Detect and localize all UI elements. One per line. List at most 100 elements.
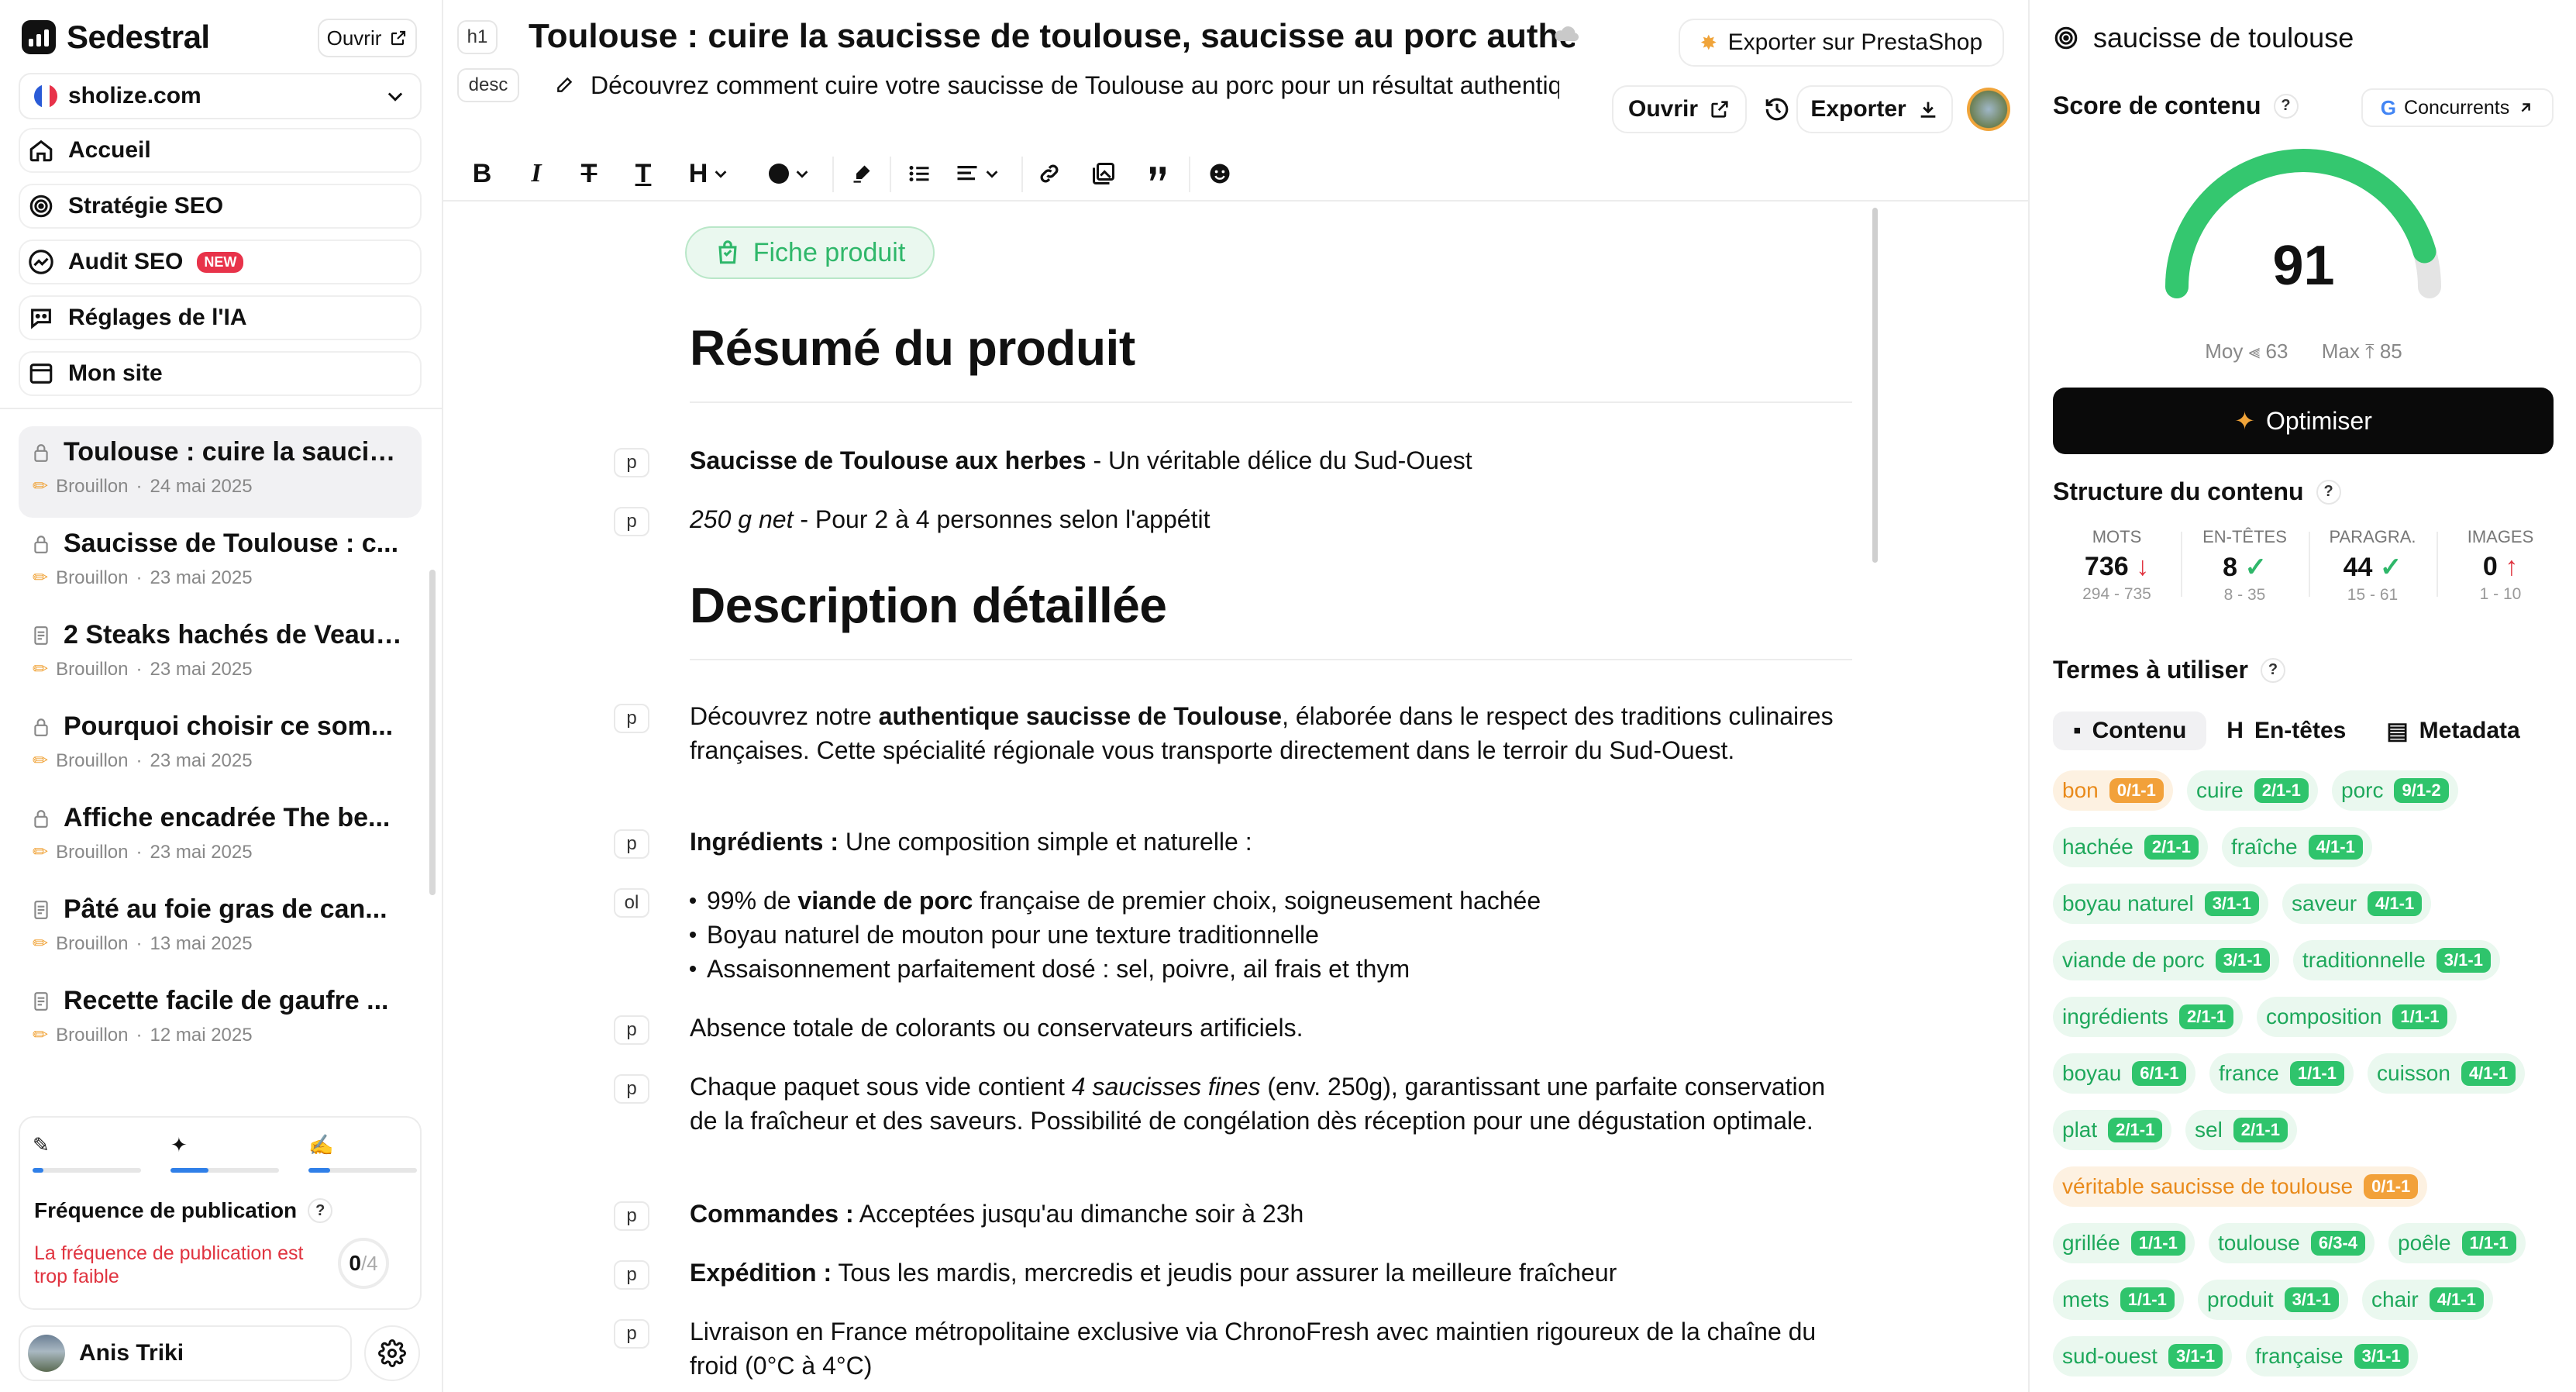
- stat-value: 8: [2223, 553, 2237, 582]
- term-chip[interactable]: poêle 1/1-1: [2388, 1223, 2526, 1263]
- block-tag-p[interactable]: p: [614, 704, 649, 733]
- link-icon[interactable]: [1034, 153, 1065, 194]
- user-profile[interactable]: Anis Triki: [19, 1325, 352, 1381]
- tab-contenu[interactable]: ▪ Contenu: [2053, 712, 2207, 750]
- optimize-button[interactable]: ✦ Optimiser: [2053, 388, 2554, 454]
- term-chip[interactable]: bon 0/1-1: [2053, 770, 2173, 811]
- term-chip[interactable]: française 3/1-1: [2246, 1336, 2418, 1376]
- bullet-list-icon[interactable]: [904, 153, 935, 194]
- nav-mon-site[interactable]: Mon site: [19, 351, 422, 396]
- help-icon[interactable]: ?: [2260, 657, 2285, 683]
- open-article-button[interactable]: Ouvrir: [1612, 85, 1747, 133]
- term-chip[interactable]: cuisson 4/1-1: [2368, 1053, 2526, 1094]
- term-chip[interactable]: composition 1/1-1: [2257, 997, 2457, 1037]
- paragraph[interactable]: Absence totale de colorants ou conservat…: [690, 1011, 1852, 1045]
- term-chip[interactable]: boyau naturel 3/1-1: [2053, 884, 2268, 924]
- term-chip[interactable]: chair 4/1-1: [2362, 1280, 2493, 1320]
- bold-icon[interactable]: B: [467, 153, 498, 194]
- document-item[interactable]: Affiche encadrée The be... ✏ Brouillon · 23…: [19, 792, 422, 884]
- term-chip[interactable]: cuire 2/1-1: [2187, 770, 2318, 811]
- term-chip[interactable]: mets 1/1-1: [2053, 1280, 2184, 1320]
- nav-accueil[interactable]: Accueil: [19, 128, 422, 173]
- term-chip[interactable]: fraîche 4/1-1: [2222, 827, 2372, 867]
- nav-audit-seo[interactable]: Audit SEO NEW: [19, 239, 422, 284]
- heading-resume[interactable]: Résumé du produit: [690, 319, 1135, 377]
- block-tag-ol[interactable]: ol: [614, 888, 649, 918]
- highlighter-icon[interactable]: [846, 153, 877, 194]
- heading-dropdown[interactable]: H: [682, 153, 736, 194]
- term-chip[interactable]: hachée 2/1-1: [2053, 827, 2209, 867]
- history-button[interactable]: [1753, 85, 1801, 133]
- paragraph[interactable]: Commandes : Acceptées jusqu'au dimanche …: [690, 1197, 1852, 1231]
- document-item[interactable]: Toulouse : cuire la saucis... ✏ Brouillon…: [19, 426, 422, 518]
- term-chip[interactable]: sel 2/1-1: [2185, 1110, 2297, 1150]
- color-dropdown[interactable]: [763, 153, 817, 194]
- term-chip[interactable]: boyau 6/1-1: [2053, 1053, 2196, 1094]
- document-item[interactable]: 2 Steaks hachés de Veau ... ✏ Brouillon · 2…: [19, 609, 422, 701]
- term-chip[interactable]: produit 3/1-1: [2198, 1280, 2348, 1320]
- term-chip[interactable]: sud-ouest 3/1-1: [2053, 1336, 2233, 1376]
- open-button[interactable]: Ouvrir: [318, 19, 417, 57]
- paragraph[interactable]: Livraison en France métropolitaine exclu…: [690, 1314, 1852, 1383]
- site-selector[interactable]: sholize.com: [19, 73, 422, 119]
- term-chip[interactable]: traditionnelle 3/1-1: [2293, 940, 2500, 980]
- help-icon[interactable]: ?: [308, 1198, 333, 1223]
- heading-description[interactable]: Description détaillée: [690, 577, 1167, 634]
- paragraph[interactable]: Saucisse de Toulouse aux herbes - Un vér…: [690, 443, 1852, 477]
- align-dropdown[interactable]: [949, 153, 1007, 194]
- block-tag-p[interactable]: p: [614, 1319, 649, 1349]
- block-tag-p[interactable]: p: [614, 1260, 649, 1290]
- quote-icon[interactable]: [1142, 153, 1173, 194]
- block-tag-p[interactable]: p: [614, 829, 649, 859]
- strikethrough-icon[interactable]: T: [573, 153, 604, 194]
- term-chip[interactable]: france 1/1-1: [2209, 1053, 2354, 1094]
- block-tag-p[interactable]: p: [614, 448, 649, 477]
- tab-en-tetes[interactable]: H En-têtes: [2206, 712, 2366, 750]
- nav-strategie-seo[interactable]: Stratégie SEO: [19, 184, 422, 229]
- nav-reglages-ia[interactable]: Réglages de l'IA: [19, 295, 422, 340]
- document-item[interactable]: Saucisse de Toulouse : c... ✏ Brouillon · 2…: [19, 518, 422, 609]
- document-item[interactable]: Pourquoi choisir ce som... ✏ Brouillon · 23…: [19, 701, 422, 792]
- competitors-button[interactable]: G Concurrents: [2361, 88, 2554, 127]
- document-item[interactable]: Recette facile de gaufre ... ✏ Brouillon ·…: [19, 975, 422, 1066]
- help-icon[interactable]: ?: [2316, 479, 2341, 505]
- term-chip[interactable]: viande de porc 3/1-1: [2053, 940, 2279, 980]
- block-tag-p[interactable]: p: [614, 1015, 649, 1045]
- sidebar-scrollbar[interactable]: [429, 570, 436, 895]
- tab-label: En-têtes: [2254, 718, 2347, 743]
- term-chip[interactable]: ingrédients 2/1-1: [2053, 997, 2244, 1037]
- help-icon[interactable]: ?: [2273, 93, 2299, 119]
- avatar[interactable]: [1967, 88, 2010, 131]
- term-chip[interactable]: véritable saucisse de toulouse 0/1-1: [2053, 1166, 2428, 1207]
- term-chip[interactable]: plat 2/1-1: [2053, 1110, 2172, 1150]
- term-chip[interactable]: toulouse 6/3-4: [2209, 1223, 2375, 1263]
- product-sheet-badge[interactable]: Fiche produit: [685, 226, 935, 279]
- document-item[interactable]: Pâté au foie gras de can... ✏ Brouillon · 1…: [19, 884, 422, 975]
- image-icon[interactable]: [1088, 153, 1119, 194]
- meta-description[interactable]: Découvrez comment cuire votre saucisse d…: [591, 71, 1559, 100]
- block-tag-p[interactable]: p: [614, 507, 649, 536]
- emoji-icon[interactable]: [1204, 153, 1235, 194]
- paragraph[interactable]: Chaque paquet sous vide contient 4 sauci…: [690, 1070, 1852, 1138]
- block-tag-p[interactable]: p: [614, 1201, 649, 1231]
- paragraph[interactable]: Expédition : Tous les mardis, mercredis …: [690, 1256, 1852, 1290]
- settings-button[interactable]: [364, 1325, 420, 1381]
- bullet-list[interactable]: 99% de viande de porc française de premi…: [690, 884, 1852, 986]
- underline-icon[interactable]: T: [628, 153, 659, 194]
- term-chip[interactable]: grillée 1/1-1: [2053, 1223, 2195, 1263]
- term-label: france: [2219, 1061, 2279, 1085]
- paragraph[interactable]: 250 g net - Pour 2 à 4 personnes selon l…: [690, 502, 1852, 536]
- brand[interactable]: Sedestral: [22, 19, 210, 56]
- tab-metadata[interactable]: ▤ Metadata: [2366, 712, 2540, 750]
- export-prestashop-button[interactable]: ✸ Exporter sur PrestaShop: [1679, 19, 2004, 67]
- term-chip[interactable]: saveur 4/1-1: [2282, 884, 2432, 924]
- paragraph[interactable]: Découvrez notre authentique saucisse de …: [690, 699, 1852, 767]
- export-button[interactable]: Exporter: [1796, 85, 1953, 133]
- term-chip[interactable]: porc 9/1-2: [2332, 770, 2458, 811]
- editor-content[interactable]: Fiche produit Résumé du produit p Saucis…: [443, 203, 2028, 1392]
- editor-scrollbar[interactable]: [1872, 208, 1878, 563]
- italic-icon[interactable]: I: [521, 153, 552, 194]
- article-title[interactable]: Toulouse : cuire la saucisse de toulouse…: [529, 17, 1575, 56]
- block-tag-p[interactable]: p: [614, 1074, 649, 1104]
- paragraph[interactable]: Ingrédients : Une composition simple et …: [690, 825, 1852, 859]
